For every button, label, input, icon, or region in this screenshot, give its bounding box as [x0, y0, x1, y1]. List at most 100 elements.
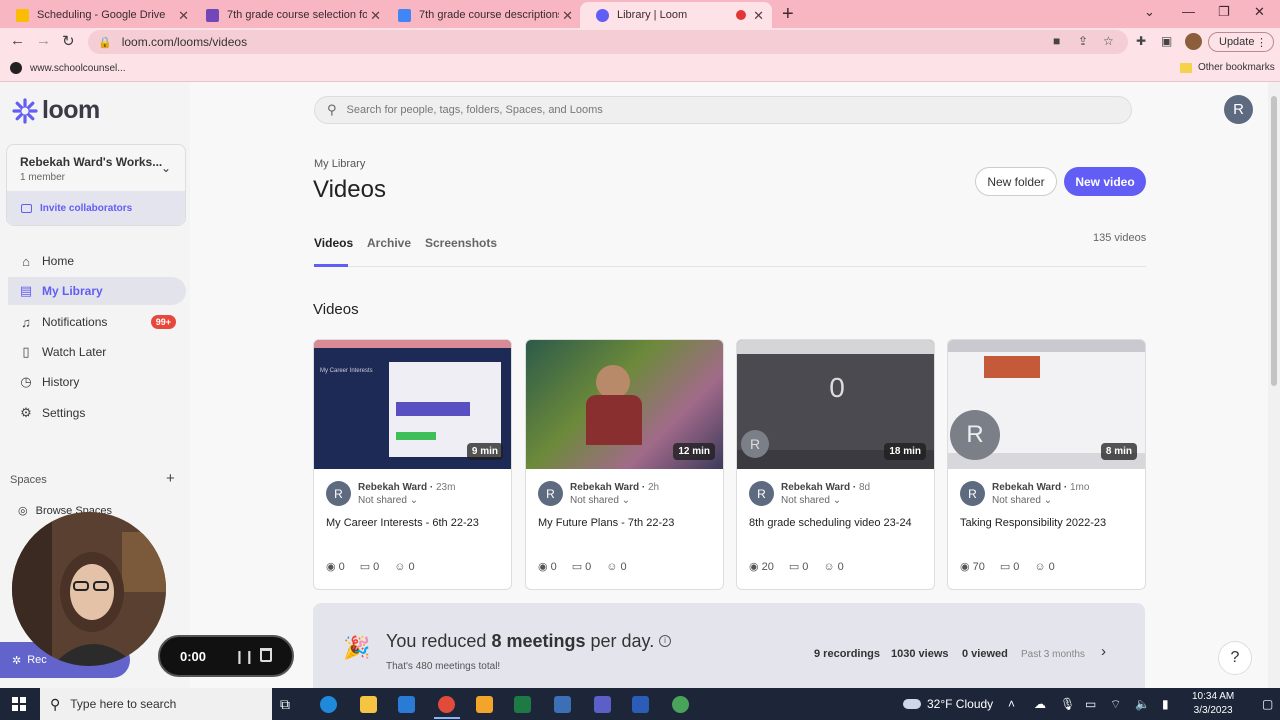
chevron-up-icon[interactable]: ˄: [1008, 697, 1015, 711]
bookmark-school-counsel[interactable]: www.schoolcounsel...: [10, 62, 126, 74]
windows-start-icon[interactable]: [12, 697, 26, 711]
taskbar-search-input[interactable]: ⚲ Type here to search: [40, 688, 272, 720]
sidebar-item-my-library[interactable]: ▤ My Library: [8, 277, 186, 305]
bookmark-star-icon[interactable]: ☆: [1103, 34, 1114, 48]
user-avatar[interactable]: R: [1224, 95, 1253, 124]
side-panel-icon[interactable]: ▣: [1161, 34, 1172, 48]
address-bar[interactable]: 🔒 loom.com/looms/videos: [88, 30, 1128, 54]
page-scrollbar[interactable]: [1268, 82, 1280, 688]
chrome-icon[interactable]: [672, 696, 689, 713]
sidebar-item-history[interactable]: ◷ History: [8, 368, 186, 396]
new-video-button[interactable]: New video: [1064, 167, 1146, 196]
tab-google-drive[interactable]: Scheduling - Google Drive ✕: [0, 2, 197, 28]
new-tab-button[interactable]: +: [782, 3, 794, 26]
mail-icon[interactable]: [398, 696, 415, 713]
sidebar-item-home[interactable]: ⌂ Home: [8, 247, 186, 275]
close-tab-icon[interactable]: ✕: [370, 8, 381, 24]
system-clock[interactable]: 10:34 AM 3/3/2023: [1192, 690, 1234, 718]
pause-icon[interactable]: ❙❙: [234, 649, 255, 665]
volume-icon[interactable]: 🔈: [1135, 697, 1150, 711]
close-tab-icon[interactable]: ✕: [562, 8, 573, 24]
chevron-right-icon[interactable]: ›: [1101, 643, 1106, 660]
recording-indicator-icon: [736, 10, 746, 20]
add-space-icon[interactable]: +: [166, 470, 175, 487]
close-tab-icon[interactable]: ✕: [178, 8, 189, 24]
share-status[interactable]: Not shared ⌄: [358, 495, 418, 506]
restore-icon[interactable]: ❐: [1218, 4, 1230, 20]
tab-course-selection-form[interactable]: 7th grade course selection form ✕: [190, 2, 389, 28]
invite-collaborators-button[interactable]: Invite collaborators: [7, 191, 185, 225]
brave-icon[interactable]: [476, 696, 493, 713]
sidebar-item-notifications[interactable]: ♫ Notifications 99+: [8, 308, 186, 336]
edge-icon[interactable]: [320, 696, 337, 713]
extensions-icon[interactable]: ✚: [1136, 34, 1146, 48]
wifi-icon[interactable]: ⌔: [1110, 697, 1121, 712]
house-icon: ⌂: [22, 253, 30, 269]
notifications-icon[interactable]: ▢: [1262, 697, 1273, 711]
forward-icon[interactable]: →: [36, 32, 51, 49]
video-title[interactable]: My Career Interests - 6th 22-23: [326, 517, 479, 529]
video-title[interactable]: 8th grade scheduling video 23-24: [749, 517, 912, 529]
file-explorer-icon[interactable]: [360, 696, 377, 713]
word-icon[interactable]: [632, 696, 649, 713]
share-status[interactable]: Not shared ⌄: [781, 495, 841, 506]
sidebar-item-watch-later[interactable]: ▯ Watch Later: [8, 338, 186, 366]
share-status[interactable]: Not shared ⌄: [570, 495, 630, 506]
share-status[interactable]: Not shared ⌄: [992, 495, 1052, 506]
minimize-icon[interactable]: —: [1182, 4, 1195, 19]
video-card[interactable]: 0 R 18 min R Rebekah Ward · 8d Not share…: [736, 339, 935, 590]
weather-widget[interactable]: 32°F Cloudy: [903, 697, 993, 711]
smiley-icon: ☺: [1034, 560, 1046, 573]
video-card[interactable]: 12 min R Rebekah Ward · 2h Not shared ⌄ …: [525, 339, 724, 590]
tab-videos[interactable]: Videos: [314, 236, 353, 250]
library-icon: ▤: [19, 283, 33, 298]
excel-icon[interactable]: [514, 696, 531, 713]
scrollbar-thumb[interactable]: [1271, 96, 1277, 386]
chrome-icon[interactable]: [438, 696, 455, 713]
other-bookmarks[interactable]: Other bookmarks: [1180, 62, 1275, 73]
update-button[interactable]: Update ⋮: [1208, 32, 1274, 52]
tab-course-descriptions[interactable]: 7th grade course descriptions ✕: [382, 2, 581, 28]
workspace-switcher[interactable]: Rebekah Ward's Works... 1 member ⌄ Invit…: [6, 144, 186, 226]
recording-timer: 0:00: [180, 648, 207, 664]
teams-icon[interactable]: [594, 696, 611, 713]
sidebar-item-settings[interactable]: ⚙ Settings: [8, 399, 186, 427]
trash-icon[interactable]: [260, 648, 272, 662]
back-icon[interactable]: ←: [10, 32, 25, 49]
close-window-icon[interactable]: ✕: [1254, 4, 1265, 20]
camera-icon[interactable]: ■: [1053, 34, 1060, 48]
info-icon[interactable]: i: [659, 635, 671, 647]
new-folder-button[interactable]: New folder: [975, 167, 1057, 196]
video-card[interactable]: My Career Interests 9 min R Rebekah Ward…: [313, 339, 512, 590]
tab-loom-library[interactable]: Library | Loom ✕: [580, 2, 772, 28]
bookmarks-bar: www.schoolcounsel... Other bookmarks: [0, 56, 1280, 82]
close-tab-icon[interactable]: ✕: [753, 8, 764, 24]
search-icon: ⚲: [327, 102, 337, 117]
video-title[interactable]: Taking Responsibility 2022-23: [960, 517, 1106, 529]
battery-icon[interactable]: ▮: [1162, 697, 1169, 711]
profile-avatar[interactable]: [1185, 33, 1202, 50]
reload-icon[interactable]: ↻: [62, 32, 75, 50]
meetings-insight-banner[interactable]: 🎉 You reduced 8 meetings per day. i That…: [313, 603, 1145, 688]
time-ago: 23m: [435, 482, 456, 493]
loom-logo[interactable]: loom: [12, 96, 100, 125]
lock-icon[interactable]: 🔒: [98, 36, 112, 49]
tab-search-icon[interactable]: ⌄: [1144, 4, 1155, 20]
camera-bubble[interactable]: [12, 512, 166, 666]
share-icon[interactable]: ⇪: [1078, 34, 1088, 48]
display-icon[interactable]: ▭: [1085, 697, 1096, 711]
spaces-heading: Spaces: [10, 474, 47, 486]
tab-archive[interactable]: Archive: [367, 236, 411, 250]
video-card[interactable]: R 8 min R Rebekah Ward · 1mo Not shared …: [947, 339, 1146, 590]
search-input[interactable]: ⚲ Search for people, tags, folders, Spac…: [314, 96, 1132, 124]
video-title[interactable]: My Future Plans - 7th 22-23: [538, 517, 674, 529]
task-view-icon[interactable]: ⧉: [280, 696, 297, 713]
time-ago: 2h: [647, 482, 660, 493]
calculator-icon[interactable]: [554, 696, 571, 713]
tab-screenshots[interactable]: Screenshots: [425, 236, 497, 250]
chevron-down-icon[interactable]: ⌄: [161, 161, 171, 175]
browser-toolbar: ← → ↻ 🔒 loom.com/looms/videos ■ ⇪ ☆ ✚ ▣ …: [0, 28, 1280, 56]
help-button[interactable]: ?: [1218, 641, 1252, 675]
onedrive-icon[interactable]: ☁: [1034, 697, 1046, 711]
microphone-icon[interactable]: 🎙: [1060, 697, 1075, 711]
